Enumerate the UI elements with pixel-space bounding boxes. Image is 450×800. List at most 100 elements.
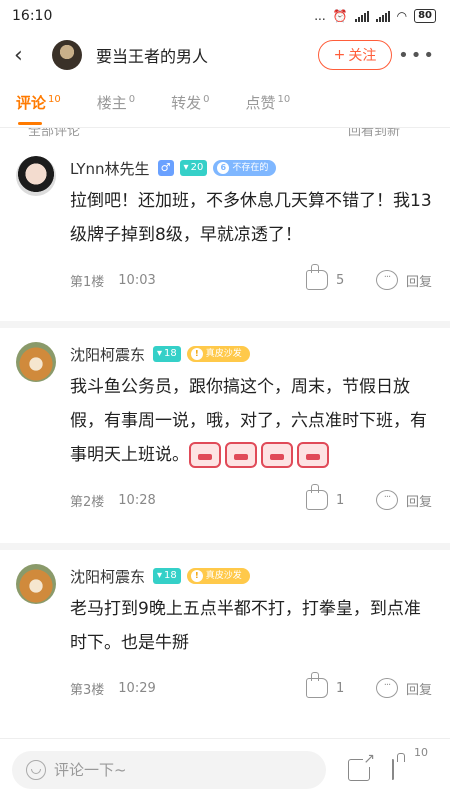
wifi-icon: ◠	[396, 9, 408, 23]
thumbs-up-icon	[305, 484, 328, 510]
reply-label: 回复	[405, 682, 432, 698]
avatar[interactable]	[16, 342, 56, 382]
chat-bubble-icon: ···	[375, 490, 398, 510]
signal-icon	[354, 10, 369, 22]
emoji-icon[interactable]	[26, 759, 46, 780]
reply-button[interactable]: ··· 回复	[375, 490, 432, 510]
share-icon[interactable]	[348, 750, 375, 781]
comment-text: 拉倒吧！还加班，不多休息几天算不错了！我13级牌子掉到8级，早就凉透了！	[70, 191, 432, 245]
level-number: 18	[164, 348, 177, 359]
signal-2-icon	[375, 10, 390, 22]
rank-icon: !	[190, 348, 203, 360]
angry-emoji-icon	[261, 442, 293, 468]
like-button[interactable]: 1	[305, 484, 376, 510]
tab-reposts[interactable]: 转发 0	[171, 92, 209, 113]
thumbs-up-icon	[392, 759, 394, 780]
follow-label: 关注	[348, 48, 377, 64]
fan-badge-text: 不存在的	[232, 163, 269, 173]
tab-likes[interactable]: 点赞 10	[246, 92, 291, 113]
level-number: 18	[164, 570, 177, 581]
rank-icon: !	[190, 570, 203, 582]
post-like-button[interactable]: 10	[392, 746, 428, 780]
comment-placeholder: 评论一下~	[54, 761, 127, 779]
level-icon: ▾	[157, 348, 163, 359]
reply-button[interactable]: ··· 回复	[375, 678, 432, 698]
post-like-count: 10	[414, 746, 428, 759]
like-count: 1	[335, 492, 345, 508]
battery-icon: 80	[414, 9, 436, 23]
angry-emoji-icon	[297, 442, 329, 468]
comment-text: 老马打到9晚上五点半都不打，打拳皇，到点准时下。也是牛掰	[70, 599, 421, 653]
tab-label: 转发	[171, 94, 202, 112]
comment-time: 10:29	[118, 680, 156, 696]
floor-number: 第3楼	[70, 682, 105, 698]
username[interactable]: 沈阳柯震东	[70, 344, 145, 365]
level-badge: ▾ 20	[179, 160, 208, 176]
like-button[interactable]: 5	[305, 264, 376, 290]
floor-number: 第1楼	[70, 274, 105, 290]
comment-input[interactable]: 评论一下~	[12, 750, 326, 789]
reply-button[interactable]: ··· 回复	[375, 270, 432, 290]
tab-label: 点赞	[245, 94, 276, 112]
angry-emoji-icon	[225, 442, 257, 468]
reply-label: 回复	[405, 494, 432, 510]
all-comments-label[interactable]: 全部评论	[28, 128, 80, 139]
level-badge: ▾ 18	[153, 346, 181, 362]
tab-count: 0	[203, 94, 210, 105]
level-icon: ▾	[183, 162, 189, 173]
comment-meta: 第1楼 10:03 5 ··· 回复	[70, 252, 432, 308]
sort-label[interactable]: 回看到新	[348, 128, 400, 139]
active-tab-indicator	[18, 122, 42, 125]
rank-text: 真皮沙发	[205, 571, 242, 581]
comment-item: 沈阳柯震东 ▾ 18 ! 真皮沙发 我斗鱼公务员，跟你搞这个，周末，节假日放假，有事…	[0, 328, 450, 550]
notification-dots-icon: ...	[314, 9, 326, 23]
like-count: 5	[335, 272, 345, 288]
username[interactable]: LYnn林先生	[70, 158, 150, 179]
more-options-button[interactable]: •••	[392, 45, 436, 66]
follow-button[interactable]: + 关注	[318, 40, 392, 70]
angry-emoji-icon	[189, 442, 221, 468]
level-badge: ▾ 18	[153, 568, 181, 584]
comment-meta: 第3楼 10:29 1 ··· 回复	[70, 660, 432, 716]
alarm-icon: ⏰	[332, 9, 348, 23]
tab-count: 10	[48, 94, 61, 105]
tab-label: 楼主	[96, 94, 127, 112]
comment-meta: 第2楼 10:28 1 ··· 回复	[70, 472, 432, 528]
comment-user-row: 沈阳柯震东 ▾ 18 ! 真皮沙发	[70, 564, 432, 588]
tab-label: 评论	[16, 94, 47, 112]
plus-icon: +	[333, 47, 346, 63]
author-avatar[interactable]	[52, 40, 82, 70]
male-icon: ♂	[157, 160, 174, 176]
level-number: 20	[190, 162, 204, 173]
comment-text: 我斗鱼公务员，跟你搞这个，周末，节假日放假，有事周一说，哦，对了，六点准时下班，…	[70, 370, 432, 472]
tab-op[interactable]: 楼主 0	[97, 92, 135, 113]
tab-count: 10	[277, 94, 291, 105]
like-button[interactable]: 1	[305, 672, 376, 698]
rank-text: 真皮沙发	[205, 349, 242, 359]
chat-bubble-icon: ···	[375, 270, 398, 290]
floor-rank-badge: ! 真皮沙发	[186, 568, 250, 584]
comment-user-row: LYnn林先生 ♂ ▾ 20 6 不存在的	[70, 156, 432, 180]
comment-input-bar: 评论一下~ 10	[0, 738, 450, 800]
avatar[interactable]	[16, 156, 56, 196]
thumbs-up-icon	[305, 264, 328, 290]
level-icon: ▾	[157, 570, 163, 581]
username[interactable]: 沈阳柯震东	[70, 566, 145, 587]
author-name[interactable]: 要当王者的男人	[96, 43, 318, 67]
comment-filter-row: 全部评论 回看到新	[0, 128, 450, 142]
comment-time: 10:03	[118, 272, 156, 288]
back-button[interactable]: ‹	[14, 43, 38, 68]
status-icons: ... ⏰ ◠ 80	[314, 9, 436, 23]
like-count: 1	[335, 680, 345, 696]
fan-level: 6	[217, 162, 230, 174]
fan-badge: 6 不存在的	[213, 160, 277, 176]
emoji-group	[189, 442, 329, 468]
thumbs-up-icon	[305, 672, 328, 698]
floor-rank-badge: ! 真皮沙发	[186, 346, 250, 362]
status-time: 16:10	[12, 8, 53, 24]
reply-label: 回复	[405, 274, 432, 290]
tab-count: 0	[128, 94, 136, 105]
comment-time: 10:28	[118, 492, 156, 508]
avatar[interactable]	[16, 564, 56, 604]
tab-comments[interactable]: 评论 10	[16, 92, 61, 113]
